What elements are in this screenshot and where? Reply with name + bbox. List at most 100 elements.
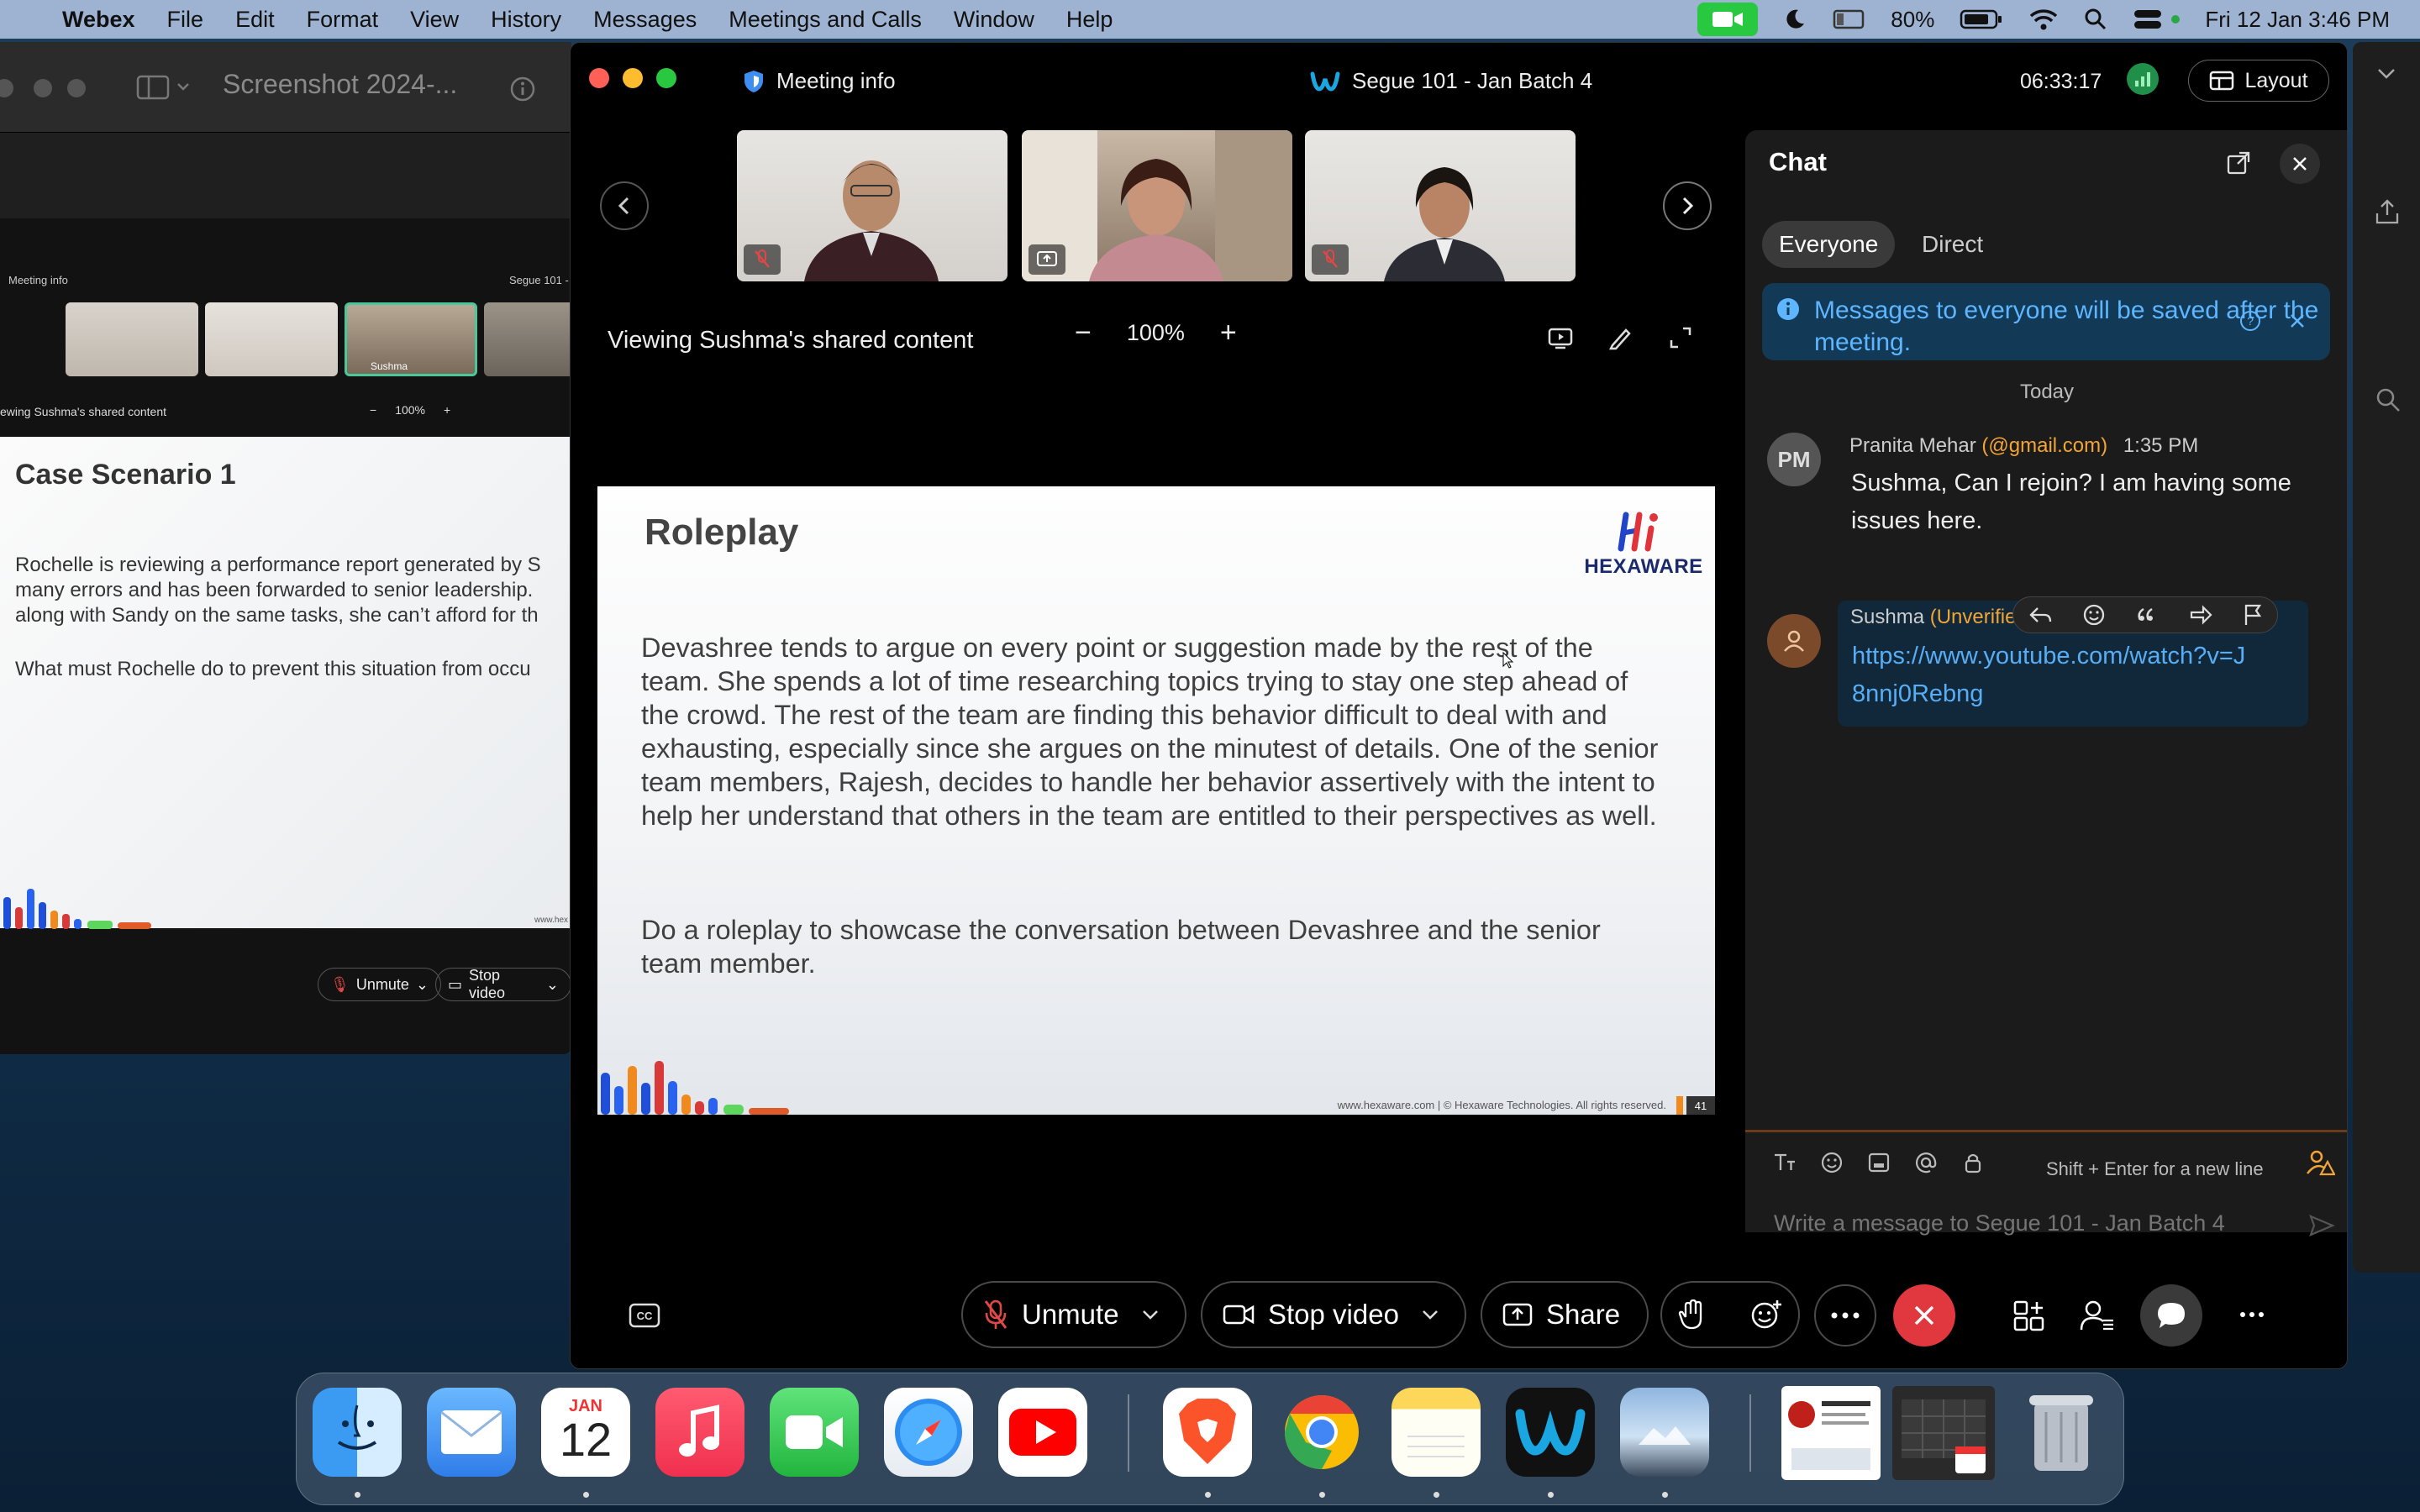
apps-icon[interactable] bbox=[2012, 1299, 2046, 1333]
dismiss-banner-icon[interactable] bbox=[2288, 312, 2307, 330]
reply-icon[interactable] bbox=[2028, 604, 2053, 626]
dock-brave[interactable] bbox=[1163, 1388, 1252, 1477]
participant-video-3[interactable] bbox=[1305, 130, 1576, 281]
sidebar-toggle-icon[interactable] bbox=[136, 74, 195, 101]
remote-control-icon[interactable] bbox=[1547, 327, 1574, 350]
emoji-react-icon[interactable] bbox=[2082, 603, 2106, 627]
fullscreen-icon[interactable] bbox=[1668, 325, 1693, 350]
dock-notes[interactable] bbox=[1392, 1388, 1481, 1477]
dock-chrome[interactable] bbox=[1277, 1388, 1366, 1477]
dock-safari[interactable] bbox=[884, 1388, 973, 1477]
user-warning-icon[interactable] bbox=[2305, 1148, 2335, 1177]
chat-toggle-button[interactable] bbox=[2140, 1284, 2202, 1347]
unmute-button[interactable]: Unmute bbox=[961, 1281, 1186, 1348]
dock-recent-calendar[interactable] bbox=[1892, 1386, 1995, 1480]
share-button[interactable]: Share bbox=[1481, 1281, 1649, 1348]
more-actions-icon[interactable] bbox=[2239, 1311, 2265, 1318]
message-link[interactable]: https://www.youtube.com/watch?v=J8nnj0Re… bbox=[1852, 638, 2247, 713]
chevron-down-icon[interactable] bbox=[1141, 1309, 1160, 1320]
previous-participants-button[interactable] bbox=[600, 181, 649, 230]
wifi-icon[interactable] bbox=[2028, 8, 2059, 31]
meeting-info-button[interactable]: Meeting info bbox=[743, 68, 896, 94]
zoom-out-button[interactable]: − bbox=[1075, 317, 1092, 349]
flag-icon[interactable] bbox=[2243, 603, 2263, 627]
popout-icon[interactable] bbox=[2226, 150, 2251, 176]
annotate-icon[interactable] bbox=[1607, 325, 1634, 350]
mini-stop-video-button[interactable]: ▭ Stop video ⌄ bbox=[435, 967, 571, 1001]
bg-zoom-button[interactable] bbox=[67, 79, 86, 97]
tab-everyone[interactable]: Everyone bbox=[1762, 221, 1896, 268]
network-health-icon[interactable] bbox=[2127, 63, 2159, 95]
zoom-window-button[interactable] bbox=[656, 68, 676, 88]
menu-format[interactable]: Format bbox=[307, 7, 379, 33]
dock-trash[interactable] bbox=[2017, 1388, 2106, 1477]
dock-finder[interactable] bbox=[313, 1388, 402, 1477]
layout-button[interactable]: Layout bbox=[2188, 60, 2329, 102]
info-icon[interactable] bbox=[509, 76, 536, 102]
menu-file[interactable]: File bbox=[167, 7, 204, 33]
sender-name[interactable]: Sushma bbox=[1850, 606, 1924, 628]
emoji-icon[interactable] bbox=[1819, 1150, 1844, 1175]
menu-window[interactable]: Window bbox=[954, 7, 1034, 33]
tab-direct[interactable]: Direct bbox=[1905, 221, 2000, 268]
quote-icon[interactable] bbox=[2135, 605, 2159, 625]
help-icon[interactable]: ? bbox=[2239, 310, 2261, 332]
avatar[interactable] bbox=[1767, 614, 1821, 668]
menu-meetings-and-calls[interactable]: Meetings and Calls bbox=[729, 7, 922, 33]
minimize-window-button[interactable] bbox=[623, 68, 643, 88]
close-window-button[interactable] bbox=[589, 68, 609, 88]
mention-icon[interactable] bbox=[1913, 1150, 1939, 1175]
display-icon[interactable] bbox=[1832, 8, 1865, 31]
dock-calendar[interactable]: JAN 12 bbox=[541, 1388, 630, 1477]
bg-close-button[interactable] bbox=[0, 79, 13, 97]
leave-meeting-button[interactable] bbox=[1893, 1284, 1955, 1347]
dock-webex[interactable] bbox=[1506, 1388, 1595, 1477]
search-icon[interactable] bbox=[2375, 386, 2402, 413]
privacy-lock-icon[interactable] bbox=[1960, 1150, 1986, 1175]
menu-edit[interactable]: Edit bbox=[235, 7, 275, 33]
send-icon[interactable] bbox=[2308, 1214, 2335, 1237]
chevron-down-icon[interactable] bbox=[2376, 67, 2396, 81]
dock-running-indicator bbox=[1434, 1492, 1439, 1498]
moon-icon[interactable] bbox=[1783, 8, 1807, 31]
menu-help[interactable]: Help bbox=[1066, 7, 1113, 33]
participants-icon[interactable] bbox=[2078, 1298, 2115, 1335]
stop-video-button[interactable]: Stop video bbox=[1201, 1281, 1466, 1348]
background-screenshot-window[interactable]: Screenshot 2024-... Meeting info Segue 1… bbox=[0, 42, 571, 1054]
dock-mail[interactable] bbox=[427, 1388, 516, 1477]
next-participants-button[interactable] bbox=[1663, 181, 1712, 230]
upload-icon[interactable] bbox=[2375, 198, 2400, 225]
dock-recent-document[interactable] bbox=[1781, 1386, 1881, 1480]
partial-window-right[interactable] bbox=[2353, 42, 2420, 1273]
closed-captions-icon[interactable]: CC bbox=[628, 1301, 661, 1330]
add-reaction-icon[interactable] bbox=[1749, 1299, 1783, 1331]
chevron-down-icon[interactable] bbox=[1421, 1309, 1439, 1320]
avatar[interactable]: PM bbox=[1767, 433, 1821, 486]
sender-name[interactable]: Pranita Mehar bbox=[1849, 434, 1976, 457]
zoom-in-button[interactable]: + bbox=[1220, 317, 1237, 349]
more-options-button[interactable] bbox=[1814, 1284, 1876, 1347]
video-indicator-icon[interactable] bbox=[1697, 3, 1759, 36]
battery-icon[interactable] bbox=[1960, 8, 2003, 30]
close-chat-button[interactable] bbox=[2280, 144, 2320, 184]
raise-hand-icon[interactable] bbox=[1677, 1299, 1706, 1331]
dock-facetime[interactable] bbox=[770, 1388, 859, 1477]
participant-video-2[interactable] bbox=[1022, 130, 1292, 281]
menu-view[interactable]: View bbox=[410, 7, 459, 33]
menu-history[interactable]: History bbox=[491, 7, 561, 33]
control-center-icon[interactable] bbox=[2133, 8, 2163, 31]
dock-preview[interactable] bbox=[1620, 1388, 1709, 1477]
participant-video-1[interactable] bbox=[737, 130, 1007, 281]
bg-minimize-button[interactable] bbox=[34, 79, 52, 97]
dock-music[interactable] bbox=[655, 1388, 744, 1477]
search-icon[interactable] bbox=[2084, 8, 2107, 31]
text-format-icon[interactable] bbox=[1772, 1150, 1797, 1175]
menu-app-name[interactable]: Webex bbox=[62, 7, 135, 33]
dock-youtube[interactable] bbox=[998, 1388, 1087, 1477]
forward-icon[interactable] bbox=[2188, 604, 2213, 626]
mini-unmute-button[interactable]: 🎙 Unmute ⌄ bbox=[318, 968, 441, 1001]
menu-messages[interactable]: Messages bbox=[593, 7, 697, 33]
gif-icon[interactable] bbox=[1866, 1150, 1891, 1175]
message-input[interactable] bbox=[1774, 1210, 2278, 1236]
menu-clock[interactable]: Fri 12 Jan 3:46 PM bbox=[2205, 7, 2390, 33]
